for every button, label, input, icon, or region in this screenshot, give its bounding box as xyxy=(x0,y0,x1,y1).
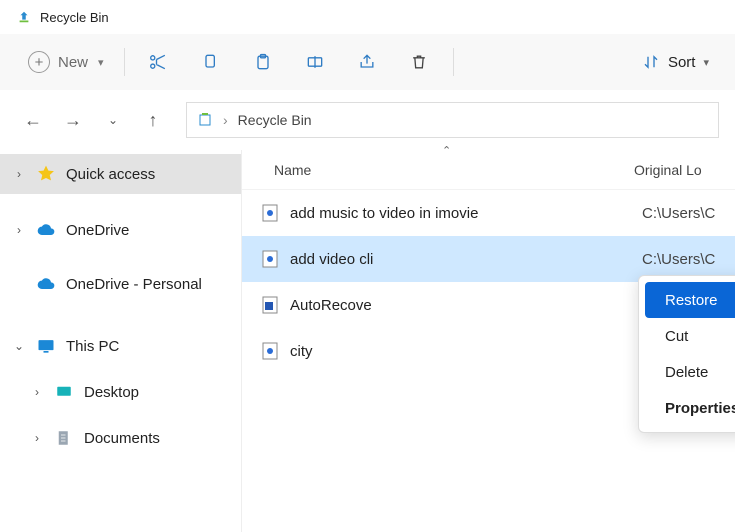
copy-icon xyxy=(201,52,221,72)
recycle-bin-icon xyxy=(16,9,32,25)
sort-icon xyxy=(642,53,660,71)
file-name: add music to video in imovie xyxy=(290,205,642,222)
sidebar-item-documents[interactable]: › Documents xyxy=(0,418,241,458)
navigation-sidebar: › Quick access › OneDrive OneDrive - Per… xyxy=(0,150,241,532)
sidebar-item-label: This PC xyxy=(66,338,119,355)
word-file-icon xyxy=(258,296,282,314)
rename-button[interactable] xyxy=(289,42,341,82)
monitor-icon xyxy=(36,336,56,356)
plus-icon: + xyxy=(28,51,50,73)
chevron-right-icon: › xyxy=(30,431,44,445)
separator xyxy=(124,48,125,76)
cloud-icon xyxy=(36,220,56,240)
context-menu: Restore Cut Delete Properties xyxy=(638,275,735,433)
html-file-icon xyxy=(258,342,282,360)
recycle-bin-icon xyxy=(197,111,213,130)
paste-button[interactable] xyxy=(237,42,289,82)
sidebar-item-label: OneDrive xyxy=(66,222,129,239)
column-header-row: Name Original Lo xyxy=(242,150,735,190)
breadcrumb-folder[interactable]: Recycle Bin xyxy=(238,112,312,128)
toolbar: + New ▾ Sort ▾ xyxy=(0,34,735,90)
sidebar-item-this-pc[interactable]: ⌄ This PC xyxy=(0,326,241,366)
context-menu-cut[interactable]: Cut xyxy=(645,318,735,354)
new-label: New xyxy=(58,54,88,71)
chevron-down-icon: ⌄ xyxy=(12,339,26,353)
share-icon xyxy=(357,52,377,72)
rename-icon xyxy=(305,52,325,72)
column-header-name[interactable]: Name xyxy=(274,162,634,178)
chevron-right-icon: › xyxy=(12,223,26,237)
address-bar[interactable]: › Recycle Bin xyxy=(186,102,719,138)
column-header-original-location[interactable]: Original Lo xyxy=(634,162,702,178)
sort-button[interactable]: Sort ▾ xyxy=(632,42,719,82)
breadcrumb-chevron-icon: › xyxy=(223,112,228,128)
document-icon xyxy=(54,428,74,448)
up-button[interactable]: ↑ xyxy=(136,103,170,137)
file-list-pane: ⌃ Name Original Lo add music to video in… xyxy=(241,150,735,532)
desktop-icon xyxy=(54,382,74,402)
chevron-down-icon: ▾ xyxy=(98,56,104,69)
sidebar-item-label: OneDrive - Personal xyxy=(66,276,202,293)
chevron-down-icon: ▾ xyxy=(703,56,709,69)
separator xyxy=(453,48,454,76)
context-menu-restore[interactable]: Restore xyxy=(645,282,735,318)
new-button[interactable]: + New ▾ xyxy=(16,42,116,82)
file-name: city xyxy=(290,343,642,360)
table-row[interactable]: add music to video in imovie C:\Users\C xyxy=(242,190,735,236)
copy-button[interactable] xyxy=(185,42,237,82)
file-name: add video cli xyxy=(290,251,642,268)
star-icon xyxy=(36,164,56,184)
sidebar-item-desktop[interactable]: › Desktop xyxy=(0,372,241,412)
sidebar-item-onedrive-personal[interactable]: OneDrive - Personal xyxy=(0,264,241,304)
scissors-icon xyxy=(149,52,169,72)
sidebar-item-label: Documents xyxy=(84,430,160,447)
sidebar-item-onedrive[interactable]: › OneDrive xyxy=(0,210,241,250)
file-name: AutoRecove xyxy=(290,297,642,314)
html-file-icon xyxy=(258,250,282,268)
sidebar-item-label: Quick access xyxy=(66,166,155,183)
chevron-right-icon: › xyxy=(30,385,44,399)
delete-button[interactable] xyxy=(393,42,445,82)
context-menu-delete[interactable]: Delete xyxy=(645,354,735,390)
title-bar: Recycle Bin xyxy=(0,0,735,34)
chevron-right-icon: › xyxy=(12,167,26,181)
share-button[interactable] xyxy=(341,42,393,82)
clipboard-icon xyxy=(253,52,273,72)
sidebar-item-quick-access[interactable]: › Quick access xyxy=(0,154,241,194)
sort-label: Sort xyxy=(668,54,696,71)
sidebar-item-label: Desktop xyxy=(84,384,139,401)
recent-dropdown[interactable]: ⌄ xyxy=(96,103,130,137)
window-title: Recycle Bin xyxy=(40,10,109,25)
trash-icon xyxy=(409,52,429,72)
html-file-icon xyxy=(258,204,282,222)
forward-button[interactable]: → xyxy=(56,103,90,137)
navigation-row: ← → ⌄ ↑ › Recycle Bin xyxy=(0,90,735,150)
context-menu-properties[interactable]: Properties xyxy=(645,390,735,426)
file-location: C:\Users\C xyxy=(642,251,715,268)
file-location: C:\Users\C xyxy=(642,205,715,222)
back-button[interactable]: ← xyxy=(16,103,50,137)
cut-button[interactable] xyxy=(133,42,185,82)
cloud-icon xyxy=(36,274,56,294)
